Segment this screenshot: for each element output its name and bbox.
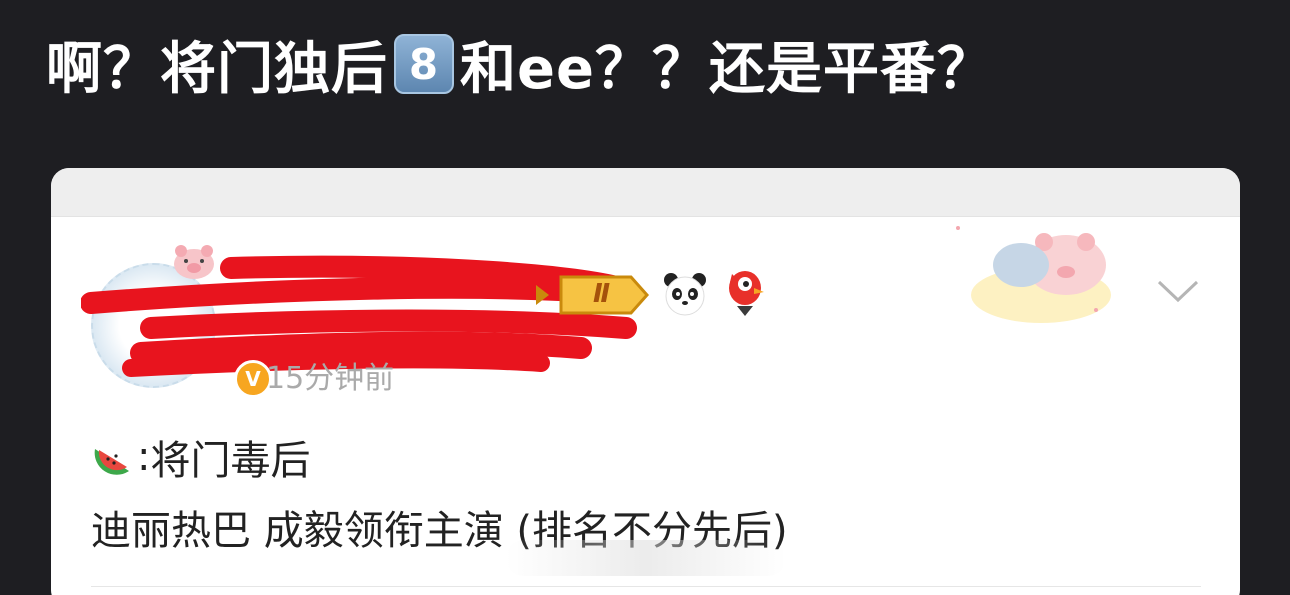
drama-title: 将门毒后 bbox=[150, 438, 311, 484]
chevron-down-icon[interactable] bbox=[1155, 276, 1201, 306]
keycap-8-icon: 8 bbox=[394, 34, 454, 94]
heading-text-part2: 和ee？？还是平番？ bbox=[460, 36, 994, 102]
post-timestamp: 15分钟前 bbox=[266, 361, 395, 396]
post-title-line: : 将门毒后 bbox=[91, 431, 311, 484]
level-badge-icon bbox=[536, 275, 650, 315]
pig-cloud-decoration-icon bbox=[956, 226, 1111, 323]
screenshot-page: 啊？将门独后 8 和ee？？还是平番？ Ⅱ V 15分钟前: 将门毒后 迪丽热… bbox=[0, 0, 1290, 595]
panda-icon bbox=[664, 273, 706, 316]
watermark-overlay bbox=[506, 540, 786, 576]
post-colon: : bbox=[137, 434, 151, 480]
level-number: Ⅱ bbox=[593, 279, 611, 309]
watermelon-icon bbox=[94, 449, 129, 475]
level-badge: Ⅱ bbox=[531, 273, 651, 317]
divider bbox=[91, 586, 1201, 587]
post-heading: 啊？将门独后 8 和ee？？还是平番？ bbox=[46, 24, 994, 104]
heading-text-part1: 啊？将门独后 bbox=[46, 36, 388, 102]
bird-icon bbox=[729, 271, 764, 316]
embedded-post-card[interactable]: Ⅱ V 15分钟前: 将门毒后 迪丽热巴 成毅领衔主演 (排名不分先后) bbox=[51, 168, 1240, 595]
